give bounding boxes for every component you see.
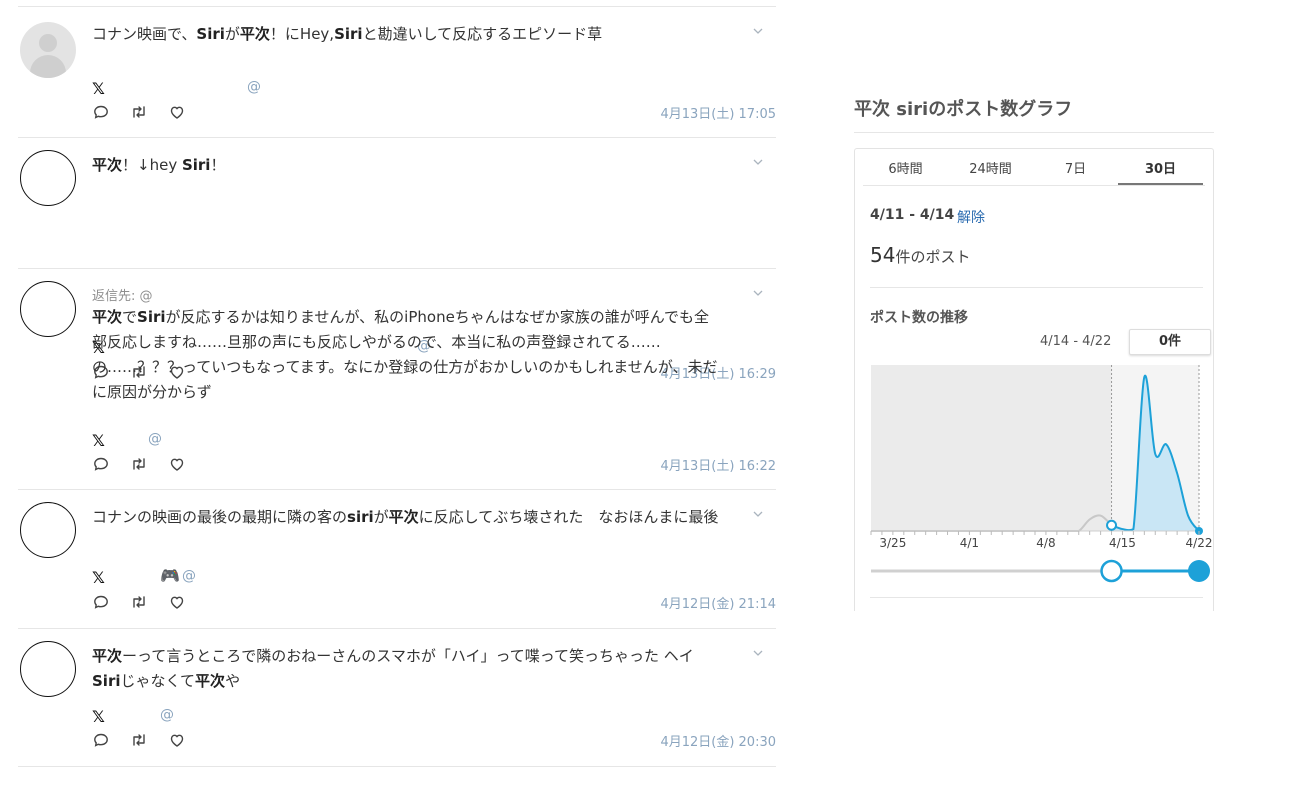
tab-30d[interactable]: 30日 [1118,157,1203,185]
post-timestamp[interactable]: 4月13日(土) 16:22 [660,455,776,474]
tab-24h[interactable]: 24時間 [948,157,1033,185]
unselected-region [871,365,1112,531]
reply-icon[interactable] [92,732,110,748]
post-item[interactable]: 平次ーって言うところで隣のおねーさんのスマホが「ハイ」って喋って笑っちゃった ヘ… [18,628,776,767]
retweet-icon[interactable] [130,104,148,120]
x-logo-icon: 𝕏 [92,707,105,726]
slider-end-handle[interactable] [1188,560,1210,582]
user-handle[interactable]: @ [148,431,162,447]
post-count-suffix: 件のポスト [895,248,971,266]
post-text: コナンの映画の最後の最期に隣の客のsiriが平次に反応してぶち壊された なおほん… [92,508,719,526]
post-item[interactable]: コナンの映画の最後の最期に隣の客のsiriが平次に反応してぶち壊された なおほん… [18,489,776,628]
heart-icon[interactable] [168,456,186,472]
x-logo-icon: 𝕏 [92,79,105,98]
post-count: 54件のポスト [870,243,970,267]
post-item[interactable]: 平次！↓hey Siri！ 𝕏 @4月13日(土) 16:29 [18,137,776,382]
post-timestamp[interactable]: 4月12日(金) 20:30 [660,731,776,750]
avatar[interactable] [20,641,76,697]
chevron-down-icon[interactable] [752,284,764,296]
post-timestamp[interactable]: 4月13日(土) 17:05 [660,103,776,122]
reply-icon[interactable] [92,104,110,120]
divider [870,287,1203,288]
selected-range: 4/14 - 4/22 [1040,334,1112,349]
post-trend-chart: 3/25 4/1 4/8 4/15 4/22 [870,365,1213,583]
reply-icon[interactable] [92,594,110,610]
range-start-point [1106,519,1118,531]
post-graph-panel: 平次 siriのポスト数グラフ 6時間 24時間 7日 30日 4/11 - 4… [854,96,1214,611]
heart-icon[interactable] [168,104,186,120]
x-tick-label: 4/22 [1186,536,1213,550]
retweet-icon[interactable] [130,732,148,748]
post-feed: コナン映画で、Siriが平次！にHey,Siriと勘違いして反応するエピソード草… [18,6,776,767]
heart-icon[interactable] [168,732,186,748]
heart-icon[interactable] [168,594,186,610]
chevron-down-icon[interactable] [752,153,764,165]
post-item[interactable]: 返信先: @ 平次でSiriが反応するかは知りませんが、私のiPhoneちゃんはな… [18,268,776,489]
panel-title: 平次 siriのポスト数グラフ [854,96,1214,133]
period-tabs: 6時間 24時間 7日 30日 [863,157,1205,186]
avatar[interactable] [20,22,76,78]
user-handle[interactable]: @ [160,707,174,723]
x-logo-icon: 𝕏 [92,568,105,587]
tab-6h[interactable]: 6時間 [863,157,948,185]
retweet-icon[interactable] [130,594,148,610]
post-timestamp[interactable]: 4月12日(金) 21:14 [660,593,776,612]
avatar[interactable] [20,150,76,206]
post-item[interactable]: コナン映画で、Siriが平次！にHey,Siriと勘違いして反応するエピソード草… [18,6,776,137]
slider-start-handle[interactable] [1100,559,1123,583]
x-tick-label: 3/25 [879,536,906,550]
graph-card: 6時間 24時間 7日 30日 4/11 - 4/14 解除 54件のポスト ポ… [854,148,1214,611]
retweet-icon[interactable] [130,456,148,472]
post-text: 平次ーって言うところで隣のおねーさんのスマホが「ハイ」って喋って笑っちゃった ヘ… [92,647,694,690]
x-tick-label: 4/8 [1036,536,1055,550]
post-text: 平次！↓hey Siri！ [92,156,226,174]
reply-to-label: 返信先: @ [92,289,153,304]
clear-range-link[interactable]: 解除 [957,207,985,227]
post-text: コナン映画で、Siriが平次！にHey,Siriと勘違いして反応するエピソード草 [92,25,603,43]
selected-count: 0件 [1129,329,1211,355]
reply-icon[interactable] [92,456,110,472]
chevron-down-icon[interactable] [752,505,764,517]
chevron-down-icon[interactable] [752,22,764,34]
post-text: 平次でSiriが反応するかは知りませんが、私のiPhoneちゃんはなぜか家族の誰… [92,308,718,401]
x-tick-label: 4/1 [960,536,979,550]
divider [870,597,1203,598]
date-range: 4/11 - 4/14 [870,207,955,223]
post-count-number: 54 [870,243,896,267]
tab-7d[interactable]: 7日 [1033,157,1118,185]
avatar[interactable] [20,281,76,337]
avatar[interactable] [20,502,76,558]
user-handle[interactable]: @ [182,568,196,584]
chevron-down-icon[interactable] [752,644,764,656]
user-handle[interactable]: @ [247,79,261,95]
trend-subtitle: ポスト数の推移 [870,310,968,326]
game-controller-icon: 🎮 [160,566,180,585]
x-logo-icon: 𝕏 [92,431,105,450]
x-tick-label: 4/15 [1109,536,1136,550]
